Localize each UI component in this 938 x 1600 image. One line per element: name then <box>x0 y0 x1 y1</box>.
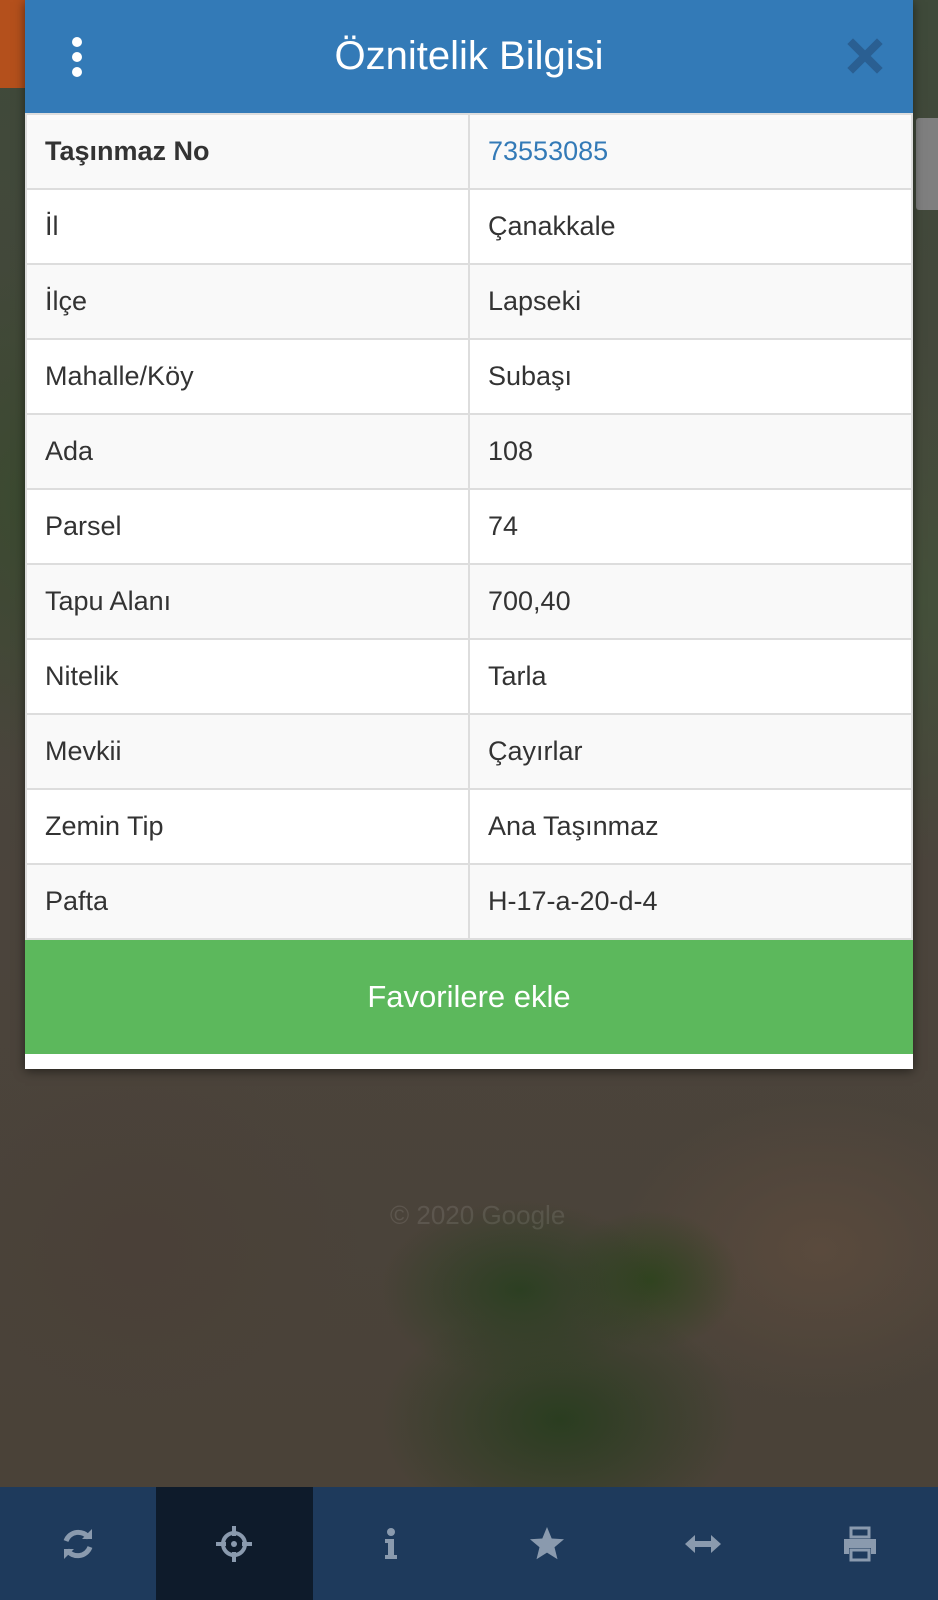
row-label-mevkii: Mevkii <box>25 713 470 790</box>
row-label-mahalle: Mahalle/Köy <box>25 338 470 415</box>
row-label-ada: Ada <box>25 413 470 490</box>
info-icon <box>384 1527 397 1559</box>
refresh-button[interactable] <box>0 1487 156 1600</box>
table-row: Nitelik Tarla <box>25 638 913 715</box>
info-button[interactable] <box>313 1487 469 1600</box>
row-value-ilce: Lapseki <box>468 263 913 340</box>
table-row: Ada 108 <box>25 413 913 490</box>
map-corner-marker <box>0 0 25 88</box>
print-icon <box>843 1526 876 1561</box>
table-row: Mevkii Çayırlar <box>25 713 913 790</box>
table-row: İl Çanakkale <box>25 188 913 265</box>
row-label-ilce: İlçe <box>25 263 470 340</box>
menu-button[interactable] <box>65 37 89 77</box>
close-button[interactable] <box>845 36 885 76</box>
measure-button[interactable] <box>625 1487 781 1600</box>
bottom-toolbar <box>0 1487 938 1600</box>
table-row: Tapu Alanı 700,40 <box>25 563 913 640</box>
row-label-tapu-alani: Tapu Alanı <box>25 563 470 640</box>
arrows-horizontal-icon <box>685 1534 722 1553</box>
add-favorite-button[interactable]: Favorilere ekle <box>25 940 913 1054</box>
map-watermark: © 2020 Google <box>390 1200 566 1230</box>
dialog-header: Öznitelik Bilgisi <box>25 0 913 113</box>
row-value-pafta: H-17-a-20-d-4 <box>468 863 913 940</box>
close-icon <box>847 38 883 74</box>
row-value-tapu-alani: 700,40 <box>468 563 913 640</box>
dot-icon <box>72 67 82 77</box>
row-value-nitelik: Tarla <box>468 638 913 715</box>
dot-icon <box>72 37 82 47</box>
row-label-nitelik: Nitelik <box>25 638 470 715</box>
dot-icon <box>72 52 82 62</box>
attribute-dialog: Öznitelik Bilgisi Taşınmaz No 73553085 İ… <box>25 0 913 1069</box>
row-value-ada: 108 <box>468 413 913 490</box>
table-row: Zemin Tip Ana Taşınmaz <box>25 788 913 865</box>
table-row: İlçe Lapseki <box>25 263 913 340</box>
print-button[interactable] <box>782 1487 938 1600</box>
row-label-zemin-tip: Zemin Tip <box>25 788 470 865</box>
row-label-pafta: Pafta <box>25 863 470 940</box>
map-scroll-handle[interactable] <box>916 118 938 210</box>
refresh-icon <box>63 1528 93 1559</box>
table-row: Parsel 74 <box>25 488 913 565</box>
crosshairs-icon <box>216 1525 253 1562</box>
attribute-table: Taşınmaz No 73553085 İl Çanakkale İlçe L… <box>25 113 913 940</box>
row-value-zemin-tip: Ana Taşınmaz <box>468 788 913 865</box>
table-row: Mahalle/Köy Subaşı <box>25 338 913 415</box>
row-value-il: Çanakkale <box>468 188 913 265</box>
dialog-title: Öznitelik Bilgisi <box>334 34 604 78</box>
row-value-parsel: 74 <box>468 488 913 565</box>
row-label-parsel: Parsel <box>25 488 470 565</box>
row-label-tasinmaz-no: Taşınmaz No <box>25 113 470 190</box>
row-label-il: İl <box>25 188 470 265</box>
table-row: Pafta H-17-a-20-d-4 <box>25 863 913 940</box>
row-value-mahalle: Subaşı <box>468 338 913 415</box>
row-value-mevkii: Çayırlar <box>468 713 913 790</box>
star-icon <box>530 1526 565 1559</box>
locate-button[interactable] <box>156 1487 313 1600</box>
favorites-button[interactable] <box>469 1487 625 1600</box>
row-value-tasinmaz-no-link[interactable]: 73553085 <box>468 113 913 190</box>
table-row: Taşınmaz No 73553085 <box>25 113 913 190</box>
